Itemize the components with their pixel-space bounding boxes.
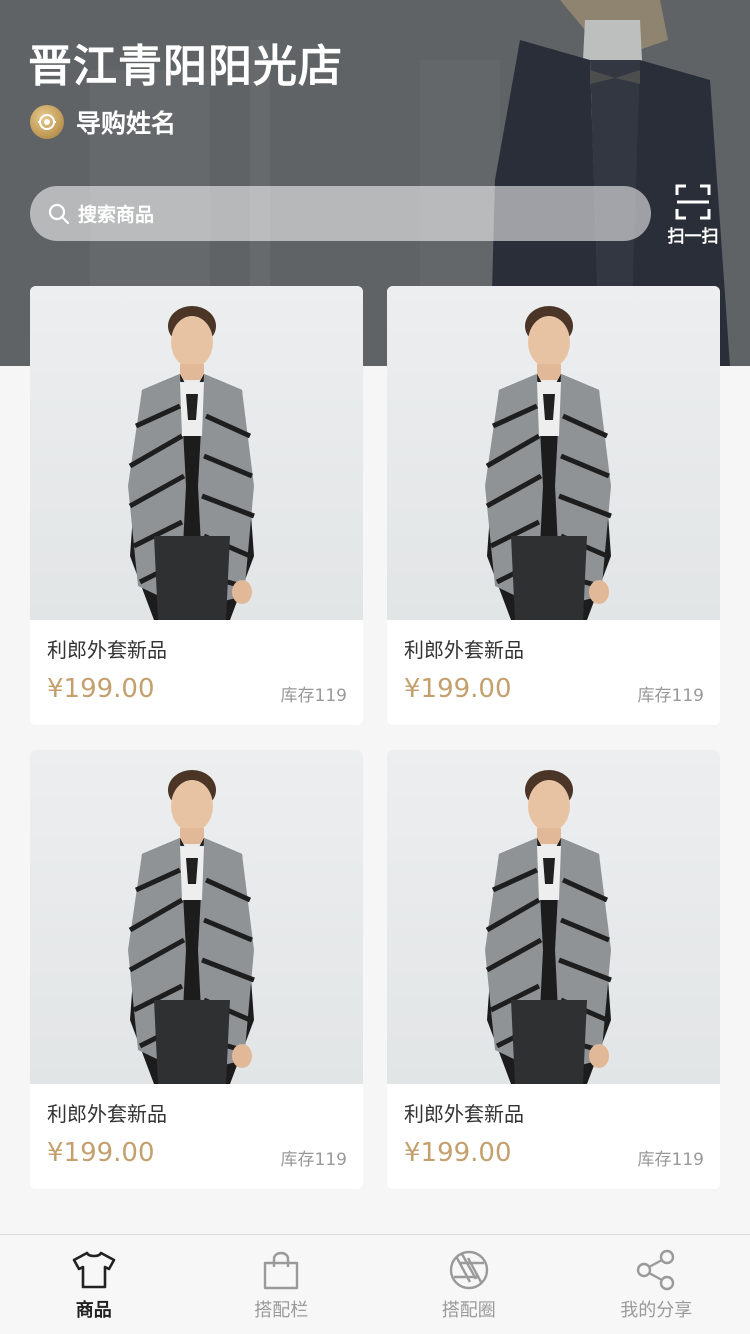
aperture-icon xyxy=(446,1247,492,1293)
bottom-tab-bar: 商品 搭配栏 搭配圈 我的分享 xyxy=(0,1234,750,1334)
tab-outfit-bar[interactable]: 搭配栏 xyxy=(188,1235,376,1334)
product-price: ¥199.00 xyxy=(47,1138,155,1168)
tab-label: 搭配栏 xyxy=(254,1300,309,1321)
store-name: 晋江青阳阳光店 xyxy=(28,41,343,92)
product-image xyxy=(387,286,720,620)
product-name: 利郎外套新品 xyxy=(404,1102,524,1126)
product-stock: 库存119 xyxy=(280,686,347,706)
product-image xyxy=(30,750,363,1084)
product-stock: 库存119 xyxy=(637,1150,704,1170)
search-placeholder: 搜索商品 xyxy=(78,204,155,226)
search-input[interactable]: 搜索商品 xyxy=(30,186,651,241)
tab-my-shares[interactable]: 我的分享 xyxy=(563,1235,750,1334)
guide-name: 导购姓名 xyxy=(76,109,177,138)
product-card[interactable]: 利郎外套新品 ¥199.00 库存119 xyxy=(387,286,720,725)
product-card[interactable]: 利郎外套新品 ¥199.00 库存119 xyxy=(30,286,363,725)
product-price: ¥199.00 xyxy=(404,1138,512,1168)
product-stock: 库存119 xyxy=(280,1150,347,1170)
tab-label: 我的分享 xyxy=(620,1300,693,1321)
tshirt-icon xyxy=(71,1247,117,1293)
product-price: ¥199.00 xyxy=(47,674,155,704)
guide-info[interactable]: 导购姓名 xyxy=(30,104,176,140)
tab-label: 搭配圈 xyxy=(441,1300,496,1321)
product-name: 利郎外套新品 xyxy=(47,638,167,662)
product-image xyxy=(387,750,720,1084)
product-name: 利郎外套新品 xyxy=(404,638,524,662)
share-icon xyxy=(633,1247,679,1293)
tab-outfit-circle[interactable]: 搭配圈 xyxy=(375,1235,563,1334)
tab-label: 商品 xyxy=(75,1300,112,1321)
search-icon xyxy=(48,203,70,225)
product-card[interactable]: 利郎外套新品 ¥199.00 库存119 xyxy=(30,750,363,1189)
tab-products[interactable]: 商品 xyxy=(0,1235,188,1334)
product-card[interactable]: 利郎外套新品 ¥199.00 库存119 xyxy=(387,750,720,1189)
scan-label: 扫一扫 xyxy=(667,227,719,247)
product-image xyxy=(30,286,363,620)
product-name: 利郎外套新品 xyxy=(47,1102,167,1126)
product-stock: 库存119 xyxy=(637,686,704,706)
scan-button[interactable]: 扫一扫 xyxy=(664,184,722,248)
product-price: ¥199.00 xyxy=(404,674,512,704)
guide-avatar-icon xyxy=(30,105,64,139)
scan-icon xyxy=(675,184,711,220)
shopping-bag-icon xyxy=(258,1247,304,1293)
